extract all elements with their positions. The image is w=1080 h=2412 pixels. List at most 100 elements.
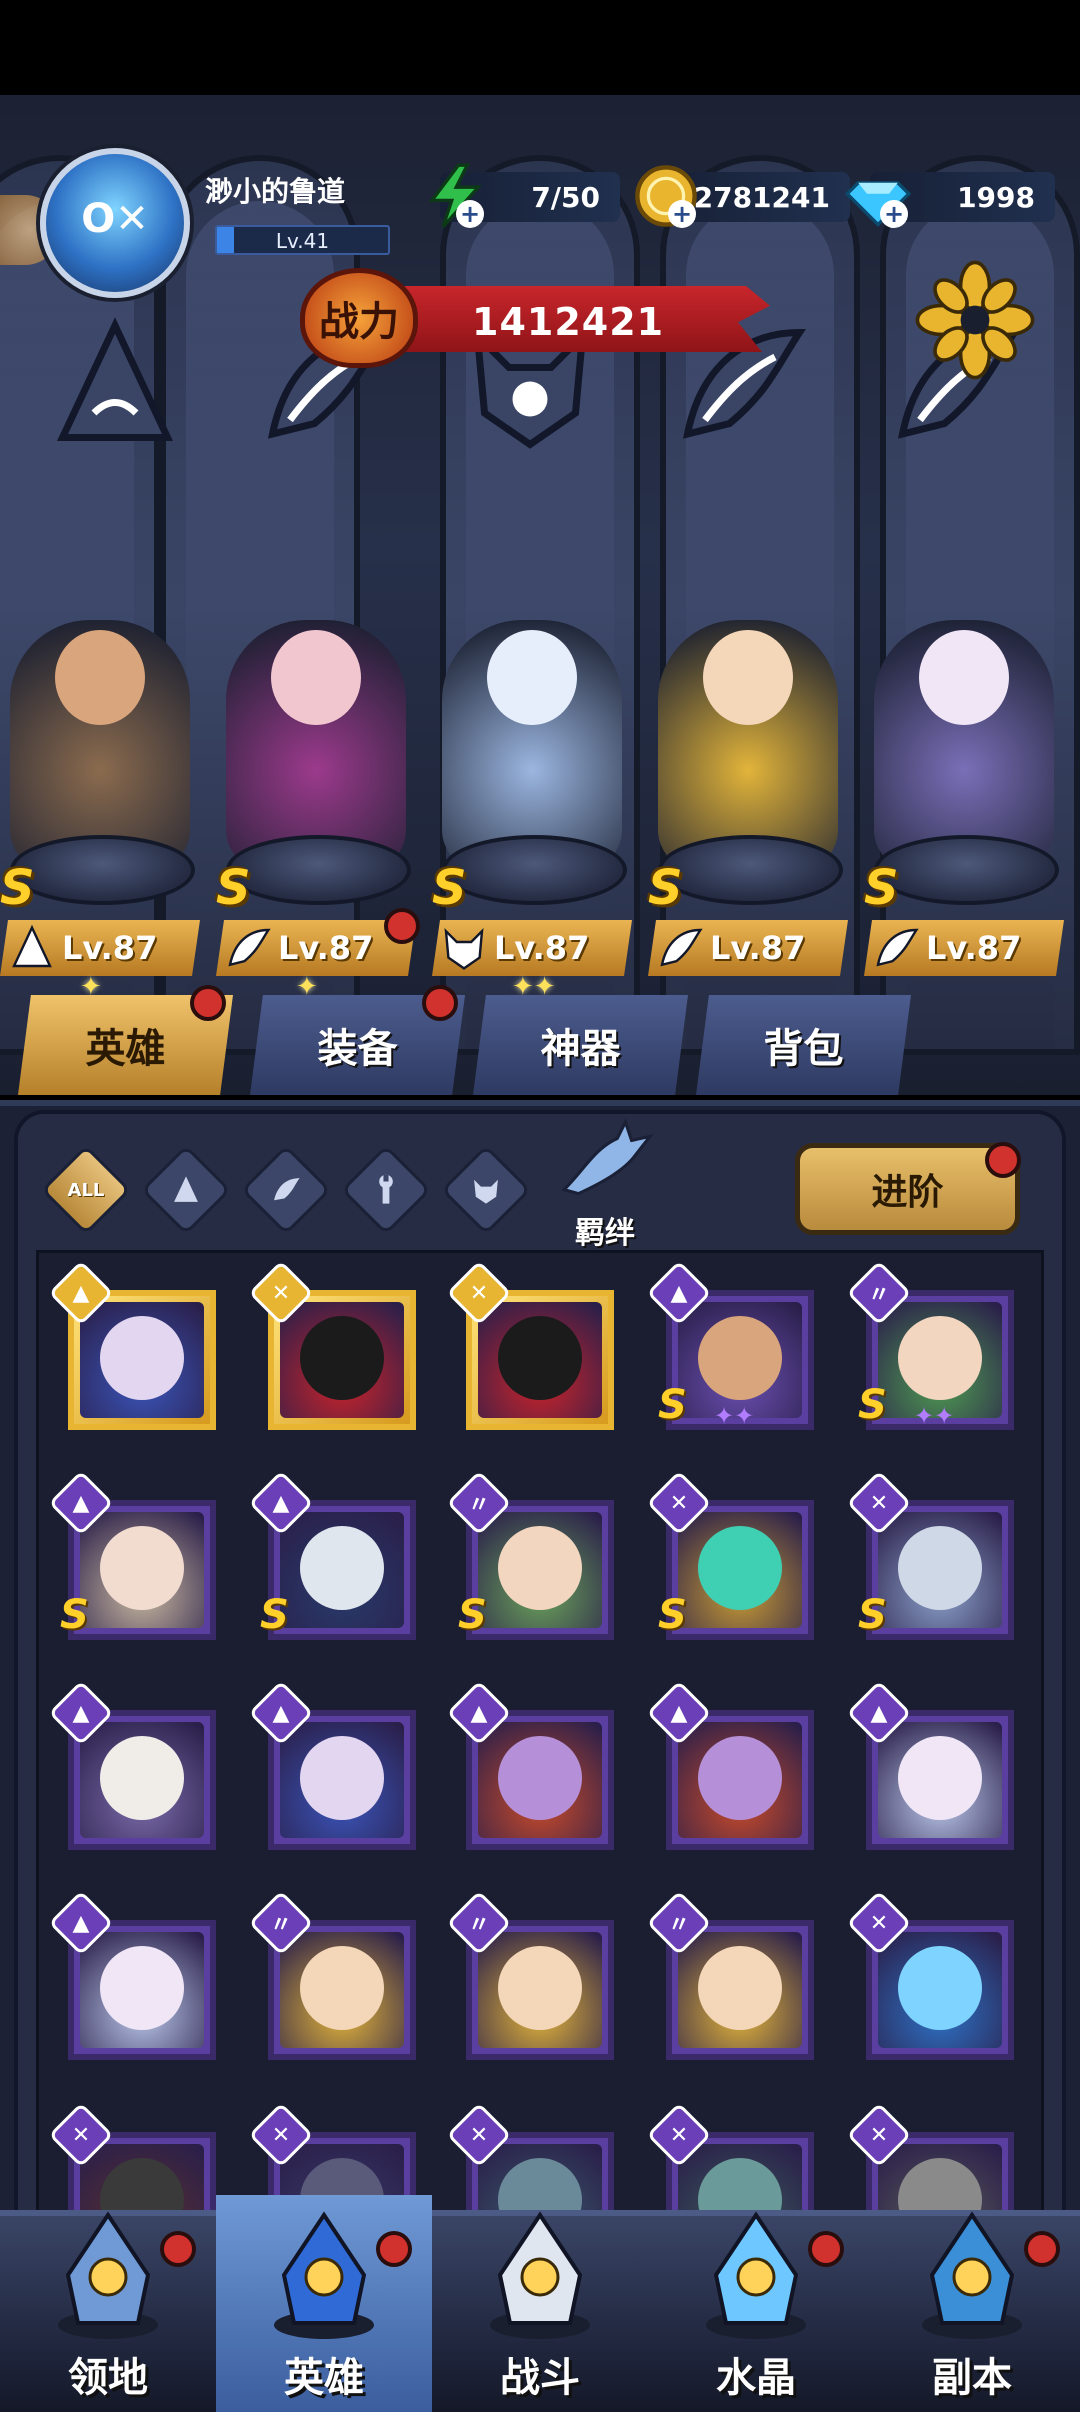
filter-wing[interactable] — [240, 1140, 332, 1240]
hero-face — [698, 1946, 782, 2030]
hero-face — [698, 1316, 782, 1400]
hero-card[interactable]: 〃 — [446, 1890, 616, 2060]
combat-power-banner: 战力 1412421 — [300, 268, 780, 368]
hero-face — [100, 1526, 184, 1610]
hero-card[interactable]: ▲ S ✦✦ — [646, 1260, 816, 1430]
nav-portal[interactable]: 副本 — [864, 2195, 1080, 2412]
tab-2[interactable]: 神器 — [473, 995, 688, 1095]
hero-card[interactable]: ▲ — [48, 1890, 218, 2060]
hero-pedestal — [658, 835, 843, 905]
lineup-hero-succubus[interactable]: S Lv.87 ✦ — [216, 620, 420, 1040]
wing-icon — [872, 924, 920, 972]
diamond-icon[interactable]: + — [842, 160, 914, 232]
hero-tabs: 英雄 装备 神器 背包 — [0, 985, 1080, 1105]
card-class-icon-mage: ▲ — [72, 1280, 90, 1306]
card-class-icon-mage: ▲ — [272, 1700, 290, 1726]
player-avatar[interactable]: O✕ — [40, 148, 190, 298]
card-class-icon-tech: ✕ — [469, 1280, 489, 1306]
hero-card[interactable]: ▲ S — [48, 1470, 218, 1640]
card-class-icon-tech: ✕ — [869, 1490, 889, 1516]
hero-card[interactable]: 〃 S — [446, 1470, 616, 1640]
nav-wizard-hat[interactable]: 英雄 — [216, 2195, 432, 2412]
card-class-icon-tech: ✕ — [869, 2122, 889, 2148]
lineup-hero-crane-ninja[interactable]: S Lv.87 ✦✦ — [432, 620, 632, 1040]
portal-icon — [912, 2205, 1032, 2345]
tab-label: 神器 — [540, 1026, 621, 1072]
hero-card[interactable]: ✕ — [248, 1260, 418, 1430]
hero-head — [703, 630, 793, 725]
settings-gear-icon[interactable] — [915, 260, 1035, 380]
advance-label: 进阶 — [871, 1172, 944, 1213]
hero-level: Lv.87 — [926, 929, 1022, 967]
bond-button[interactable]: 羁绊 — [535, 1118, 675, 1251]
hero-card[interactable]: ✕ S — [646, 1470, 816, 1640]
lightning-icon[interactable]: + — [418, 160, 490, 232]
nav-crystal[interactable]: 水晶 — [648, 2195, 864, 2412]
gold-value: 2781241 — [693, 180, 830, 214]
hero-card[interactable]: ▲ — [646, 1680, 816, 1850]
player-level-bar: Lv.41 — [215, 225, 390, 255]
hero-card[interactable]: 〃 — [646, 1890, 816, 2060]
gold-plus-button[interactable]: + — [668, 200, 696, 228]
hero-card[interactable]: 〃 — [248, 1890, 418, 2060]
card-rank: S — [458, 1592, 487, 1638]
card-rank: S — [658, 1382, 687, 1428]
card-class-icon-tech: ✕ — [271, 2122, 291, 2148]
nav-castle[interactable]: 领地 — [0, 2195, 216, 2412]
nav-label: 英雄 — [284, 2355, 364, 2401]
wing-icon — [656, 924, 704, 972]
card-class-icon-mage: ▲ — [870, 1700, 888, 1726]
tab-notification-dot — [422, 985, 458, 1021]
energy-plus-button[interactable]: + — [456, 200, 484, 228]
hero-card[interactable]: ✕ — [846, 1890, 1016, 2060]
nav-sword-book[interactable]: 战斗 — [432, 2195, 648, 2412]
card-rank: S — [858, 1382, 887, 1428]
tab-notification-dot — [190, 985, 226, 1021]
wing-icon — [274, 1178, 300, 1201]
lineup-hero-athena[interactable]: S Lv.87 — [648, 620, 848, 1040]
diamond-plus-button[interactable]: + — [880, 200, 908, 228]
hero-card[interactable]: ▲ — [48, 1260, 218, 1430]
lineup-hero-barbarian[interactable]: S Lv.87 ✦ — [0, 620, 200, 1040]
hero-card[interactable]: ✕ S — [846, 1470, 1016, 1640]
card-class-icon-mage: ▲ — [272, 1490, 290, 1516]
lineup-hero-moon-priestess[interactable]: S Lv.87 — [864, 620, 1064, 1040]
card-class-icon-tech: ✕ — [469, 2122, 489, 2148]
hero-face — [300, 1736, 384, 1820]
card-class-icon-mage: ▲ — [670, 1280, 688, 1306]
hero-card[interactable]: ▲ — [48, 1680, 218, 1850]
hero-pedestal — [10, 835, 195, 905]
hero-card[interactable]: ▲ S — [248, 1470, 418, 1640]
hero-face — [498, 1736, 582, 1820]
filter-mage[interactable] — [140, 1140, 232, 1240]
gold-coin-icon[interactable]: + — [630, 160, 702, 232]
hero-card[interactable]: ✕ — [446, 1260, 616, 1430]
wizard-hat-icon — [264, 2205, 384, 2345]
advance-notification-dot — [985, 1142, 1021, 1178]
hero-face — [498, 1946, 582, 2030]
card-class-icon-mage: ▲ — [670, 1700, 688, 1726]
hero-rank: S — [0, 860, 35, 916]
card-class-icon-tech: ✕ — [869, 1910, 889, 1936]
hero-pedestal — [874, 835, 1059, 905]
filter-tech[interactable] — [340, 1140, 432, 1240]
hero-rank: S — [432, 860, 467, 916]
filter-all[interactable]: ALL — [40, 1140, 132, 1240]
hero-head — [271, 630, 361, 725]
hero-card[interactable]: ▲ — [446, 1680, 616, 1850]
tab-label: 装备 — [317, 1026, 398, 1072]
status-bar — [0, 0, 1080, 95]
hero-card[interactable]: ▲ — [248, 1680, 418, 1850]
wing-icon — [224, 924, 272, 972]
crystal-icon — [696, 2205, 816, 2345]
hero-card[interactable]: ▲ — [846, 1680, 1016, 1850]
hero-face — [100, 1946, 184, 2030]
demon-mask-icon — [474, 1179, 498, 1204]
wrench-icon — [379, 1174, 393, 1204]
filter-demon[interactable] — [440, 1140, 532, 1240]
mage-hat-icon — [40, 310, 190, 460]
card-stars: ✦✦ — [914, 1402, 955, 1430]
tab-3[interactable]: 背包 — [696, 995, 911, 1095]
hero-card[interactable]: 〃 S ✦✦ — [846, 1260, 1016, 1430]
hero-level: Lv.87 — [494, 929, 590, 967]
